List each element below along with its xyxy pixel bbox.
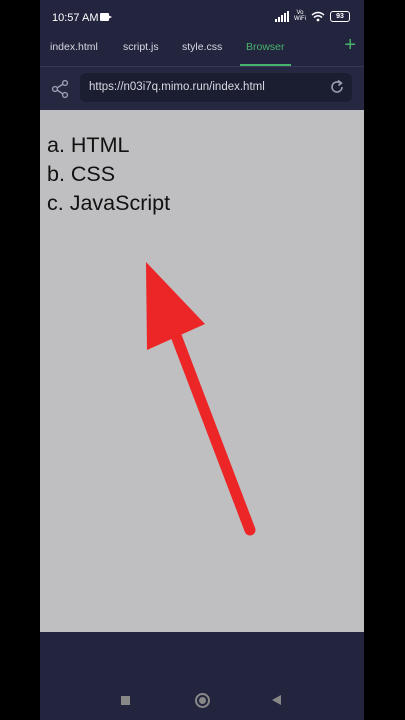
status-time: 10:57 AM	[52, 12, 99, 24]
wifi-icon	[311, 11, 325, 21]
share-icon[interactable]	[50, 79, 70, 99]
browser-viewport: a. HTML b. CSS c. JavaScript	[40, 110, 364, 632]
bottom-panel	[40, 632, 364, 682]
signal-icon	[275, 10, 289, 22]
address-bar-row: https://n03i7q.mimo.run/index.html	[40, 67, 364, 110]
video-camera-icon	[100, 13, 112, 21]
recents-icon[interactable]	[121, 696, 130, 705]
home-icon[interactable]	[195, 693, 210, 708]
tab-style-css[interactable]: style.css	[182, 41, 222, 53]
phone-screen: 10:57 AM Vo WiFi 93 index.html script.js…	[40, 0, 364, 720]
red-arrow-annotation	[146, 262, 256, 536]
add-tab-icon[interactable]: +	[344, 35, 356, 55]
url-field[interactable]: https://n03i7q.mimo.run/index.html	[80, 73, 352, 102]
status-bar: 10:57 AM Vo WiFi 93	[40, 0, 364, 36]
tab-index-html[interactable]: index.html	[50, 41, 98, 53]
system-nav-bar	[40, 682, 364, 720]
tab-browser[interactable]: Browser	[240, 41, 290, 66]
vowifi-label: Vo WiFi	[294, 10, 306, 22]
tab-script-js[interactable]: script.js	[123, 41, 159, 53]
back-icon[interactable]	[272, 695, 281, 705]
status-icons: Vo WiFi 93	[275, 10, 350, 22]
url-text: https://n03i7q.mimo.run/index.html	[89, 81, 265, 93]
editor-tab-bar: index.html script.js style.css Browser +	[40, 35, 364, 67]
refresh-icon[interactable]	[328, 78, 346, 96]
battery-icon: 93	[330, 10, 350, 22]
